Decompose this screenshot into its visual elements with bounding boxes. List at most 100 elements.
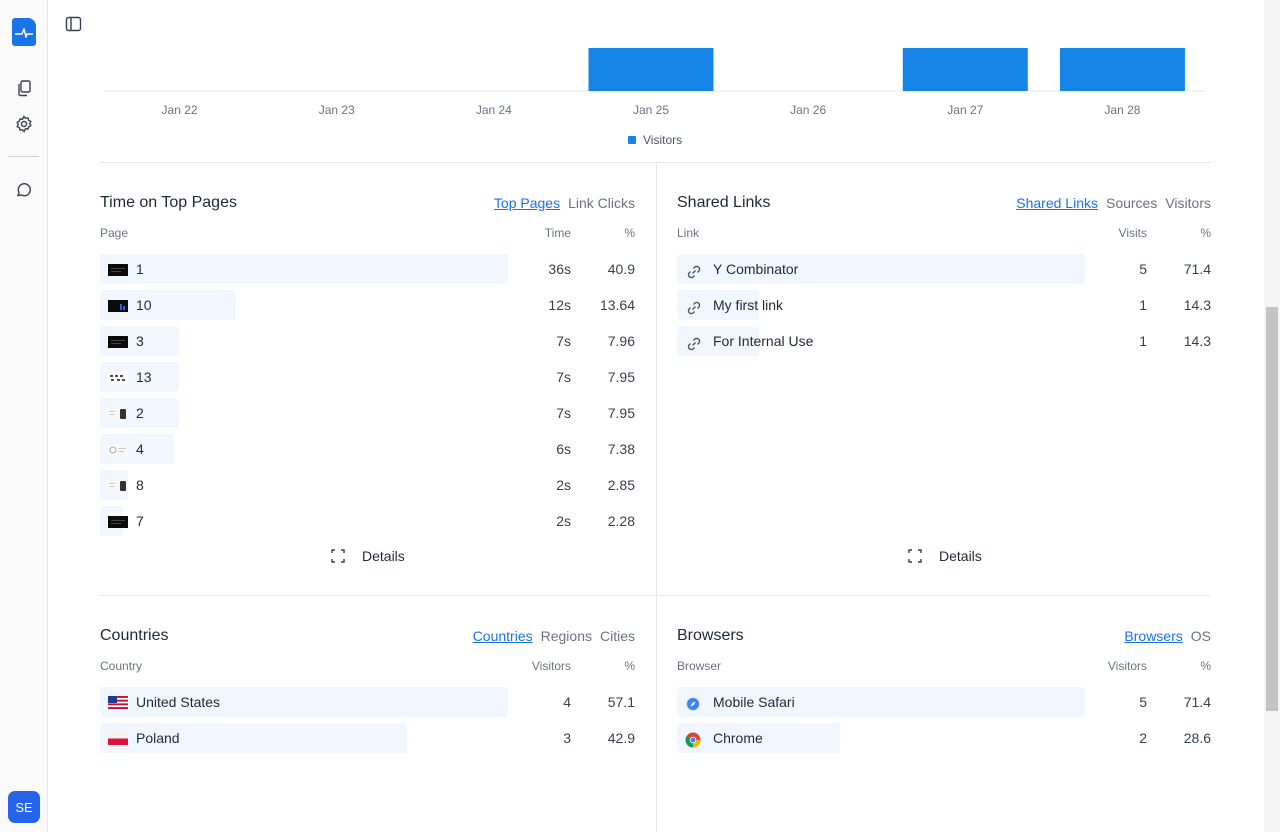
row-value: 4 bbox=[563, 694, 571, 710]
row-label: United States bbox=[136, 694, 221, 710]
column-header-browser: Browser bbox=[677, 659, 722, 673]
page-thumbnail-icon bbox=[108, 407, 128, 420]
page-row[interactable]: 1 36s 40.9 bbox=[100, 254, 635, 284]
link-icon bbox=[685, 299, 705, 315]
page-row[interactable]: 4 6s 7.38 bbox=[100, 434, 635, 464]
page-row[interactable]: 10 12s 13.64 bbox=[100, 290, 635, 320]
safari-icon bbox=[685, 696, 705, 712]
row-value: 2 bbox=[1139, 730, 1147, 746]
row-value: 7s bbox=[556, 369, 571, 385]
tab-browsers[interactable]: Browsers bbox=[1124, 628, 1182, 644]
column-header-page: Page bbox=[100, 226, 129, 240]
browser-row[interactable]: Chrome 2 28.6 bbox=[677, 723, 1211, 753]
row-label: 13 bbox=[136, 369, 152, 385]
tab-visitors[interactable]: Visitors bbox=[1165, 195, 1211, 211]
page-thumbnail-icon bbox=[108, 443, 128, 456]
row-percent: 2.85 bbox=[607, 477, 635, 493]
country-row[interactable]: Poland 3 42.9 bbox=[100, 723, 635, 753]
row-label: Mobile Safari bbox=[713, 694, 795, 710]
top-pages-panel: Time on Top Pages Top Pages Link Clicks … bbox=[100, 194, 635, 574]
column-divider bbox=[656, 163, 657, 832]
column-header-percent: % bbox=[1200, 226, 1211, 240]
legend-swatch bbox=[628, 136, 636, 144]
panel-tabs: Countries Regions Cities bbox=[473, 628, 635, 644]
row-percent: 42.9 bbox=[607, 730, 635, 746]
chart-bar[interactable] bbox=[588, 48, 714, 91]
panel-tabs: Browsers OS bbox=[1124, 628, 1211, 644]
page-thumbnail-icon bbox=[108, 335, 128, 348]
page-row[interactable]: 3 7s 7.96 bbox=[100, 326, 635, 356]
documents-icon[interactable] bbox=[14, 78, 34, 98]
row-percent: 14.3 bbox=[1183, 333, 1211, 349]
shared-links-details-button[interactable]: Details bbox=[907, 548, 982, 564]
column-header-percent: % bbox=[624, 659, 635, 673]
details-label: Details bbox=[362, 548, 405, 564]
scrollbar-thumb[interactable] bbox=[1266, 307, 1278, 711]
row-percent: 13.64 bbox=[599, 297, 635, 313]
sidebar-divider bbox=[8, 156, 39, 157]
browser-row[interactable]: Mobile Safari 5 71.4 bbox=[677, 687, 1211, 717]
page-row[interactable]: 13 7s 7.95 bbox=[100, 362, 635, 392]
sidebar-toggle-icon[interactable] bbox=[65, 16, 82, 32]
row-value: 36s bbox=[548, 261, 571, 277]
browsers-panel: Browsers Browsers OS Browser Visitors % … bbox=[677, 627, 1211, 767]
row-label: For Internal Use bbox=[713, 333, 814, 349]
page-row[interactable]: 8 2s 2.85 bbox=[100, 470, 635, 500]
panel-tabs: Shared Links Sources Visitors bbox=[1016, 195, 1211, 211]
tab-shared-links[interactable]: Shared Links bbox=[1016, 195, 1098, 211]
row-label: 4 bbox=[136, 441, 144, 457]
link-row[interactable]: My first link 1 14.3 bbox=[677, 290, 1211, 320]
tab-os[interactable]: OS bbox=[1191, 628, 1211, 644]
tab-cities[interactable]: Cities bbox=[600, 628, 635, 644]
link-row[interactable]: For Internal Use 1 14.3 bbox=[677, 326, 1211, 356]
row-percent: 71.4 bbox=[1183, 694, 1211, 710]
row-label: My first link bbox=[713, 297, 783, 313]
x-tick-label: Jan 27 bbox=[947, 103, 983, 117]
row-value: 5 bbox=[1139, 694, 1147, 710]
countries-panel: Countries Countries Regions Cities Count… bbox=[100, 627, 635, 767]
tab-regions[interactable]: Regions bbox=[541, 628, 592, 644]
chat-icon[interactable] bbox=[14, 180, 34, 200]
panel-tabs: Top Pages Link Clicks bbox=[494, 195, 635, 211]
country-row[interactable]: United States 4 57.1 bbox=[100, 687, 635, 717]
top-pages-details-button[interactable]: Details bbox=[330, 548, 405, 564]
chart-bar[interactable] bbox=[902, 48, 1028, 91]
column-header-percent: % bbox=[624, 226, 635, 240]
page-row[interactable]: 7 2s 2.28 bbox=[100, 506, 635, 536]
row-percent: 2.28 bbox=[607, 513, 635, 529]
tab-link-clicks[interactable]: Link Clicks bbox=[568, 195, 635, 211]
row-label: 7 bbox=[136, 513, 144, 529]
row-label: 8 bbox=[136, 477, 144, 493]
page-thumbnail-icon bbox=[108, 299, 128, 312]
column-header-visitors: Visitors bbox=[1107, 659, 1147, 673]
row-value: 7s bbox=[556, 405, 571, 421]
shared-links-panel: Shared Links Shared Links Sources Visito… bbox=[677, 194, 1211, 574]
row-percent: 14.3 bbox=[1183, 297, 1211, 313]
row-percent: 28.6 bbox=[1183, 730, 1211, 746]
tab-countries[interactable]: Countries bbox=[473, 628, 533, 644]
page-thumbnail-icon bbox=[108, 479, 128, 492]
tab-sources[interactable]: Sources bbox=[1106, 195, 1157, 211]
chart-bar[interactable] bbox=[1059, 48, 1185, 91]
link-row[interactable]: Y Combinator 5 71.4 bbox=[677, 254, 1211, 284]
link-icon bbox=[685, 335, 705, 351]
page-row[interactable]: 2 7s 7.95 bbox=[100, 398, 635, 428]
link-icon bbox=[685, 263, 705, 279]
poland-flag-icon bbox=[108, 732, 128, 745]
x-tick-label: Jan 28 bbox=[1104, 103, 1140, 117]
x-tick-label: Jan 25 bbox=[633, 103, 669, 117]
row-percent: 7.96 bbox=[607, 333, 635, 349]
logo-icon[interactable] bbox=[12, 18, 36, 46]
user-avatar[interactable]: SE bbox=[8, 791, 40, 823]
x-tick-label: Jan 24 bbox=[476, 103, 512, 117]
panel-title: Browsers bbox=[677, 627, 744, 644]
row-value: 1 bbox=[1139, 333, 1147, 349]
row-percent: 57.1 bbox=[607, 694, 635, 710]
chart-plot: Jan 22 Jan 23 Jan 24 Jan 25 Jan 26 Jan 27 Jan … bbox=[105, 48, 1205, 117]
tab-top-pages[interactable]: Top Pages bbox=[494, 195, 560, 211]
row-label: 10 bbox=[136, 297, 152, 313]
column-header-visitors: Visitors bbox=[531, 659, 571, 673]
page-thumbnail-icon bbox=[108, 371, 128, 384]
legend-label: Visitors bbox=[643, 133, 683, 147]
settings-icon[interactable] bbox=[14, 114, 34, 134]
